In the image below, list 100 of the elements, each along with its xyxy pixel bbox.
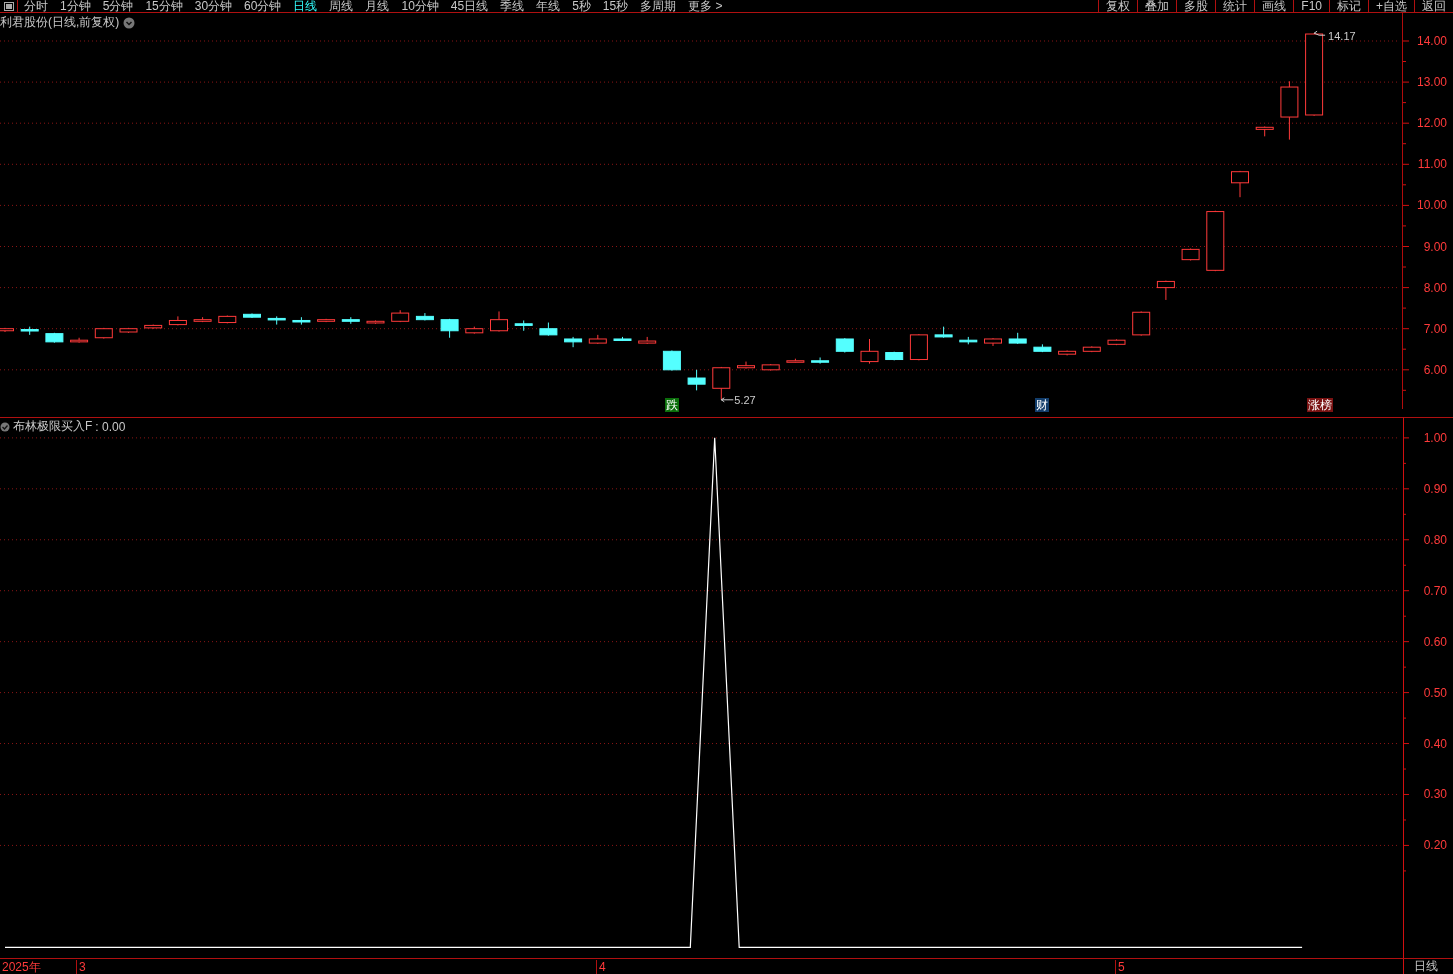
candlestick [144, 324, 163, 330]
indicator-axis-label: 1.00 [1423, 430, 1447, 445]
candlestick [737, 361, 755, 370]
price-axis-label: 14.00 [1416, 34, 1447, 48]
candlestick [1082, 345, 1101, 353]
price-axis-label: 6.00 [1423, 362, 1447, 377]
candlestick [638, 336, 657, 345]
toolbar-button[interactable]: 标记 [1329, 0, 1368, 12]
candlestick [292, 316, 311, 326]
price-axis-label: 9.00 [1423, 239, 1447, 254]
period-tab[interactable]: 10分钟 [395, 0, 445, 12]
period-tab[interactable]: 周线 [323, 0, 360, 12]
period-tab[interactable]: 5秒 [566, 0, 597, 12]
candlestick [885, 351, 904, 361]
toolbar-button[interactable]: 叠加 [1137, 0, 1177, 12]
high-price-label: 14.17 [1328, 30, 1356, 43]
period-label: 日线 [1403, 959, 1453, 974]
candlestick [0, 327, 14, 333]
period-tab[interactable]: 年线 [530, 0, 567, 12]
indicator-axis-label: 0.70 [1423, 583, 1447, 598]
toolbar-button[interactable]: 复权 [1098, 0, 1138, 12]
price-axis-label: 13.00 [1416, 75, 1447, 90]
price-axis-label: 7.00 [1423, 321, 1447, 336]
candlestick [465, 326, 484, 335]
event-tag[interactable]: 涨榜 [1307, 398, 1334, 412]
candlestick [564, 336, 583, 348]
toolbar-button[interactable]: 画线 [1254, 0, 1294, 12]
price-axis-label: 11.00 [1417, 157, 1447, 172]
candlestick [490, 310, 508, 333]
toolbar-button[interactable]: 统计 [1215, 0, 1255, 12]
period-tab[interactable]: 30分钟 [188, 0, 239, 12]
candlestick [835, 337, 854, 354]
indicator-axis-label: 0.40 [1423, 736, 1447, 751]
candlestick [1206, 210, 1225, 272]
candlestick [662, 350, 681, 372]
indicator-axis-label: 0.20 [1423, 838, 1447, 853]
arrow-icon [720, 397, 734, 403]
period-tab[interactable]: 60分钟 [238, 0, 288, 12]
candlestick [243, 313, 261, 319]
candlestick [1255, 126, 1274, 137]
indicator-axis-label: 0.60 [1423, 634, 1447, 649]
window-icon[interactable] [3, 1, 14, 11]
price-axis-label: 8.00 [1423, 280, 1447, 295]
event-tag[interactable]: 跌 [664, 398, 679, 412]
period-tab[interactable]: 5分钟 [96, 0, 140, 12]
toolbar-button[interactable]: 多股 [1176, 0, 1216, 12]
candlestick [687, 369, 706, 391]
indicator-axis-label: 0.80 [1423, 532, 1447, 547]
candlestick [909, 333, 928, 361]
candlestick [415, 312, 434, 321]
event-tag[interactable]: 财 [1035, 398, 1050, 412]
period-tab[interactable]: 多周期 [634, 0, 683, 12]
candlestick [1008, 332, 1027, 345]
indicator-name: 布林极限买入F [13, 418, 93, 435]
candlestick [761, 363, 780, 372]
price-axis-label: 10.00 [1416, 198, 1447, 213]
candlestick [811, 356, 830, 365]
candlestick [1033, 343, 1052, 353]
candlestick [1231, 170, 1249, 198]
candlestick [786, 358, 805, 363]
period-tab[interactable]: 更多 > [682, 0, 729, 12]
candlestick [1280, 80, 1299, 141]
toolbar-button[interactable]: +自选 [1368, 0, 1414, 12]
period-tab[interactable]: 季线 [494, 0, 531, 12]
period-tab[interactable]: 日线 [287, 0, 324, 12]
candlestick [94, 327, 113, 340]
candlestick [317, 318, 336, 323]
candlestick [119, 327, 138, 334]
period-tab[interactable]: 分时 [18, 0, 54, 12]
date-axis-label: 5 [1115, 960, 1125, 974]
candlestick [984, 337, 1002, 347]
period-tab[interactable]: 1分钟 [54, 0, 97, 12]
date-axis-label: 4 [596, 960, 606, 974]
period-tab[interactable]: 15秒 [596, 0, 635, 12]
candlestick [218, 315, 237, 324]
indicator-axis-label: 0.30 [1423, 787, 1447, 802]
date-axis-label: 3 [76, 960, 86, 974]
low-price-label: 5.27 [734, 393, 756, 406]
toolbar-button[interactable]: F10 [1293, 0, 1329, 12]
price-axis-label: 12.00 [1416, 116, 1447, 131]
candlestick [712, 366, 731, 401]
candlestick [45, 332, 64, 344]
stock-title: 利君股份(日线,前复权) [0, 14, 120, 31]
candlestick [539, 322, 558, 337]
candlestick [168, 315, 187, 326]
period-tab[interactable]: 45日线 [444, 0, 495, 12]
chevron-icon[interactable] [123, 16, 136, 29]
toolbar-button[interactable]: 返回 [1414, 0, 1453, 12]
period-tab[interactable]: 月线 [359, 0, 396, 12]
candlestick [613, 336, 632, 342]
candlestick [1058, 350, 1077, 356]
indicator-axis-label: 0.90 [1423, 481, 1447, 496]
candlestick [860, 338, 879, 365]
date-axis-label: 2025年 [1, 960, 41, 974]
candlestick [20, 326, 39, 336]
check-icon[interactable] [0, 421, 10, 432]
candlestick [391, 309, 410, 323]
candlestick [440, 318, 459, 339]
candlestick [1132, 310, 1151, 337]
period-tab[interactable]: 15分钟 [139, 0, 189, 12]
